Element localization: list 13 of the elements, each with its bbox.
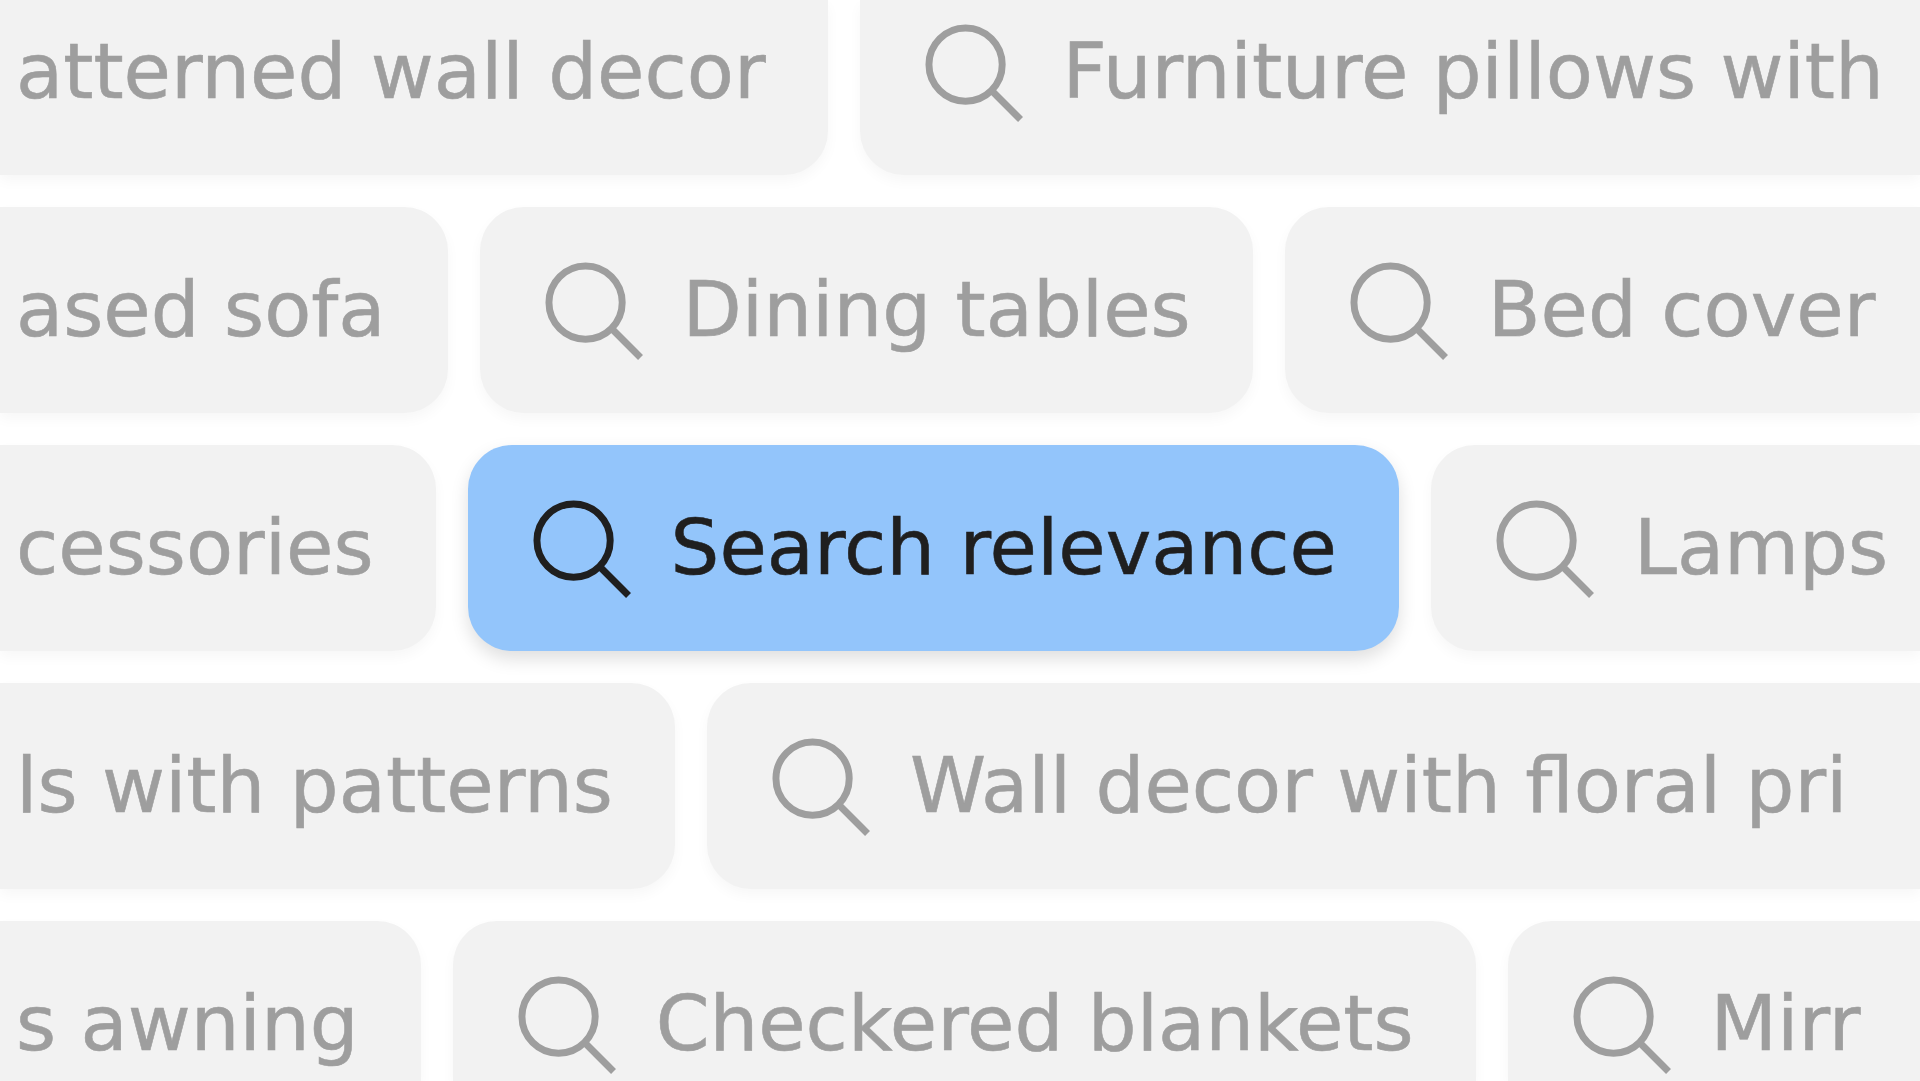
search-suggestion-chip[interactable]: ased sofa (0, 207, 448, 413)
search-suggestion-chip[interactable]: Lamps (1431, 445, 1920, 651)
search-suggestion-chip[interactable]: Wall decor with floral pri (706, 683, 1920, 889)
search-suggestion-chip[interactable]: s awning (0, 921, 421, 1081)
search-suggestion-chip[interactable]: Search relevance (467, 445, 1399, 651)
search-suggestion-chip[interactable]: Furniture pillows with (859, 0, 1920, 175)
search-suggestion-chip[interactable]: Mirr (1507, 921, 1920, 1081)
search-suggestion-chip[interactable]: Bed cover (1284, 207, 1920, 413)
search-suggestion-chip[interactable]: Dining tables (479, 207, 1253, 413)
search-suggestion-chip[interactable]: ls with patterns (0, 683, 675, 889)
search-suggestion-chip[interactable]: atterned wall decor (0, 0, 828, 175)
search-suggestion-chip[interactable]: Checkered blankets (452, 921, 1476, 1081)
search-suggestion-chip[interactable]: cessories (0, 445, 436, 651)
